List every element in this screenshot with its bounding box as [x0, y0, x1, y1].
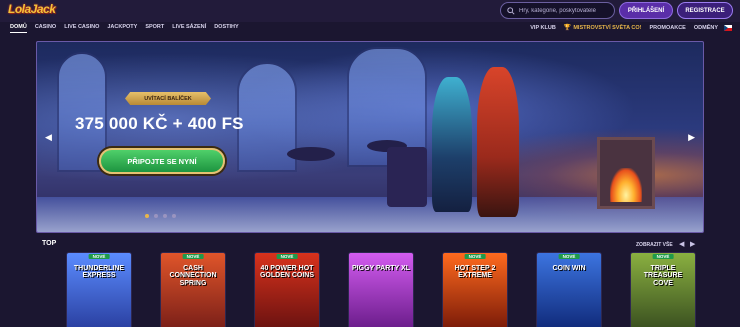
game-tile[interactable]: NOVÉ THUNDERLINE EXPRESS	[66, 252, 132, 327]
nav-item-rewards[interactable]: ODMĚNY	[694, 25, 718, 33]
championship-label: MISTROVSTVÍ SVĚTA CO!	[573, 25, 642, 31]
language-flag-icon[interactable]	[724, 25, 732, 31]
game-title: TRIPLE TREASURE COVE	[643, 265, 683, 287]
game-title: THUNDERLINE EXPRESS	[73, 265, 125, 280]
welcome-package-badge: UVÍTACÍ BALÍČEK	[125, 92, 211, 105]
hero-banner[interactable]: UVÍTACÍ BALÍČEK 375 000 KČ + 400 FS PŘIP…	[36, 41, 704, 233]
main-nav: DOMŮ CASINO LIVE CASINO JACKPOTY SPORT L…	[0, 22, 740, 36]
nav-item-horse-racing[interactable]: DOSTIHY	[214, 24, 238, 33]
game-tile[interactable]: NOVÉ HOT STEP 2 EXTREME	[442, 252, 508, 327]
nav-item-casino[interactable]: CASINO	[35, 24, 56, 33]
nav-item-live-betting[interactable]: LIVE SÁZENÍ	[172, 24, 206, 33]
carousel-next-icon[interactable]: ▶	[688, 132, 695, 143]
nav-item-sport[interactable]: SPORT	[145, 24, 164, 33]
fire-decoration	[610, 168, 642, 202]
hero-table-decoration	[387, 147, 427, 207]
nav-item-live-casino[interactable]: LIVE CASINO	[64, 24, 99, 33]
site-logo[interactable]: LolaJack	[8, 2, 56, 16]
hero-character-boy	[477, 67, 519, 217]
hero-title: 375 000 KČ + 400 FS	[75, 114, 244, 133]
game-title: COIN WIN	[552, 265, 586, 272]
game-tile[interactable]: NOVÉ 40 POWER HOT GOLDEN COINS	[254, 252, 320, 327]
top-section-title: TOP	[42, 240, 57, 247]
search-icon	[507, 6, 515, 15]
hero-fireplace	[597, 137, 655, 209]
carousel-dots	[145, 214, 176, 218]
new-tag: NOVÉ	[558, 254, 580, 259]
game-tile[interactable]: NOVÉ COIN WIN	[536, 252, 602, 327]
game-title: CASH CONNECTION SPRING	[169, 265, 217, 287]
top-prev-icon[interactable]: ◀	[679, 240, 684, 248]
search-input[interactable]	[519, 7, 614, 14]
carousel-dot[interactable]	[145, 214, 149, 218]
carousel-dot[interactable]	[163, 214, 167, 218]
new-tag: NOVÉ	[88, 254, 110, 259]
hero-character-girl	[432, 77, 472, 212]
login-button[interactable]: PŘIHLÁŠENÍ	[619, 2, 673, 19]
game-title: HOT STEP 2 EXTREME	[454, 265, 496, 280]
game-title: 40 POWER HOT GOLDEN COINS	[259, 265, 315, 280]
carousel-dot[interactable]	[172, 214, 176, 218]
nav-item-home[interactable]: DOMŮ	[10, 24, 27, 33]
header-bar: LolaJack PŘIHLÁŠENÍ REGISTRACE	[0, 0, 740, 22]
hero-table-decoration	[287, 147, 335, 161]
search-box[interactable]	[500, 2, 615, 19]
new-tag: NOVÉ	[182, 254, 204, 259]
new-tag: NOVÉ	[276, 254, 298, 259]
carousel-dot[interactable]	[154, 214, 158, 218]
new-tag: NOVÉ	[652, 254, 674, 259]
new-tag: NOVÉ	[464, 254, 486, 259]
game-tile[interactable]: NOVÉ CASH CONNECTION SPRING	[160, 252, 226, 327]
join-now-button[interactable]: PŘIPOJTE SE NYNÍ	[99, 148, 225, 174]
nav-item-promotions[interactable]: PROMOAKCE	[649, 25, 685, 33]
game-tile[interactable]: NOVÉ TRIPLE TREASURE COVE	[630, 252, 696, 327]
game-tile[interactable]: PIGGY PARTY XL	[348, 252, 414, 327]
nav-item-championship[interactable]: 🏆 MISTROVSTVÍ SVĚTA CO!	[564, 24, 642, 33]
nav-item-vip[interactable]: VIP KLUB	[530, 25, 556, 33]
show-all-link[interactable]: ZOBRAZIT VŠE	[636, 242, 673, 248]
game-title: PIGGY PARTY XL	[352, 265, 410, 272]
nav-item-jackpots[interactable]: JACKPOTY	[107, 24, 137, 33]
register-button[interactable]: REGISTRACE	[677, 2, 733, 19]
carousel-prev-icon[interactable]: ◀	[45, 132, 52, 143]
trophy-icon: 🏆	[563, 25, 572, 31]
top-next-icon[interactable]: ▶	[690, 240, 695, 248]
